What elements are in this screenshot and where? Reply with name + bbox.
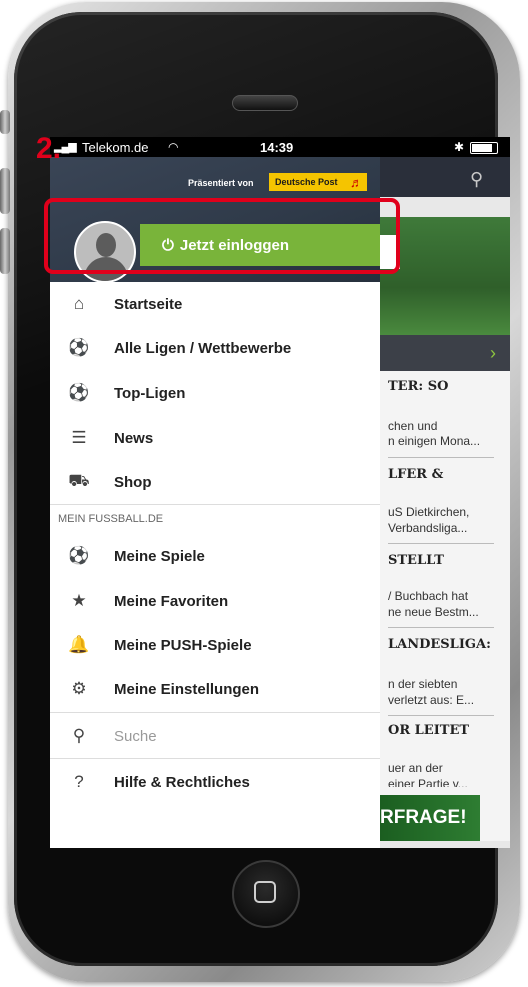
battery-icon (470, 142, 498, 154)
menu-item-label: Top-Ligen (114, 384, 186, 402)
carrier-label: Telekom.de (82, 140, 149, 155)
cart-icon: ⛟ (68, 471, 90, 490)
help-icon: ? (74, 772, 84, 791)
star-icon: ★ (71, 591, 87, 610)
menu-item-meine-push-spiele[interactable]: 🔔 Meine PUSH-Spiele (50, 623, 380, 667)
status-bar: ▂▄▆ Telekom.de ◠ 14:39 ✱ (50, 137, 510, 157)
menu-item-news[interactable]: ☰ News (50, 416, 380, 460)
menu-divider (50, 758, 380, 759)
news-divider (388, 543, 494, 544)
menu-item-label: Suche (114, 727, 157, 745)
menu-item-shop[interactable]: ⛟ Shop (50, 460, 380, 504)
highlight-box (44, 198, 400, 274)
post-horn-icon: ♬ (350, 175, 363, 190)
menu-item-label: Meine Spiele (114, 547, 205, 565)
menu-item-label: Startseite (114, 295, 183, 313)
menu-item-top-ligen[interactable]: ⚽ Top-Ligen (50, 371, 380, 415)
bell-icon: 🔔 (68, 635, 90, 654)
menu-item-alle-ligen[interactable]: ⚽ Alle Ligen / Wettbewerbe (50, 326, 380, 370)
menu-divider (50, 504, 380, 505)
search-icon: ⚲ (72, 726, 86, 745)
menu-divider (50, 712, 380, 713)
presented-by-label: Präsentiert von (188, 178, 254, 188)
menu-item-label: Alle Ligen / Wettbewerbe (114, 339, 292, 357)
home-icon: ⌂ (73, 294, 85, 313)
mute-switch (0, 110, 10, 134)
volume-up-button (0, 168, 10, 214)
news-teaser: uer an der (388, 761, 443, 775)
menu-item-meine-favoriten[interactable]: ★ Meine Favoriten (50, 579, 380, 623)
news-teaser: verletzt aus: E... (388, 693, 475, 707)
search-icon[interactable]: ⚲ (470, 169, 483, 190)
menu-item-label: Meine PUSH-Spiele (114, 636, 252, 654)
news-teaser: n der siebten (388, 677, 458, 691)
ball-kick-icon: ⚽ (68, 338, 90, 357)
volume-down-button (0, 228, 10, 274)
menu-item-label: Meine Favoriten (114, 592, 229, 610)
earpiece-speaker (232, 95, 298, 111)
news-teaser: einer Partie v... (388, 777, 468, 787)
menu-item-label: Meine Einstellungen (114, 680, 260, 698)
ball-kick-icon: ⚽ (68, 383, 90, 402)
news-teaser: / Buchbach hat (388, 589, 469, 603)
news-divider (388, 457, 494, 458)
wifi-icon: ◠ (168, 140, 179, 154)
menu-item-label: News (114, 429, 154, 447)
news-headline[interactable]: TER: SO (388, 379, 510, 394)
promo-banner[interactable]: RFRAGE! (380, 795, 480, 841)
menu-item-meine-spiele[interactable]: ⚽ Meine Spiele (50, 534, 380, 578)
news-headline[interactable]: OR LEITET (388, 723, 510, 738)
menu-item-suche[interactable]: ⚲ Suche (50, 714, 380, 758)
football-icon: ⚽ (68, 546, 90, 565)
step-number: 2. (36, 132, 62, 165)
news-teaser: uS Dietkirchen, (388, 505, 470, 519)
menu-item-label: Hilfe & Rechtliches (114, 773, 250, 791)
bluetooth-icon: ✱ (454, 140, 465, 154)
background-topbar (380, 157, 510, 197)
chevron-right-icon[interactable]: › (490, 343, 496, 364)
section-title: MEIN FUSSBALL.DE (58, 513, 164, 525)
news-teaser: ne neue Bestm... (388, 605, 479, 619)
news-icon: ☰ (71, 428, 87, 447)
news-headline[interactable]: LFER & (388, 467, 510, 482)
home-square-icon (254, 881, 276, 903)
sponsor-label: Deutsche Post (275, 177, 338, 187)
gear-icon: ⚙ (71, 679, 87, 698)
menu-item-label: Shop (114, 473, 152, 491)
menu-item-startseite[interactable]: ⌂ Startseite (50, 282, 380, 326)
news-headline[interactable]: STELLT (388, 553, 510, 568)
news-divider (388, 627, 494, 628)
clock: 14:39 (260, 140, 294, 155)
news-headline[interactable]: LANDESLIGA: (388, 637, 510, 652)
news-teaser: n einigen Mona... (388, 434, 481, 448)
menu-item-meine-einstellungen[interactable]: ⚙ Meine Einstellungen (50, 667, 380, 711)
sponsor-badge[interactable]: Deutsche Post ♬ (269, 173, 367, 191)
menu-item-hilfe[interactable]: ? Hilfe & Rechtliches (50, 760, 380, 804)
news-divider (388, 715, 494, 716)
news-teaser: chen und (388, 419, 438, 433)
news-teaser: Verbandsliga... (388, 521, 468, 535)
